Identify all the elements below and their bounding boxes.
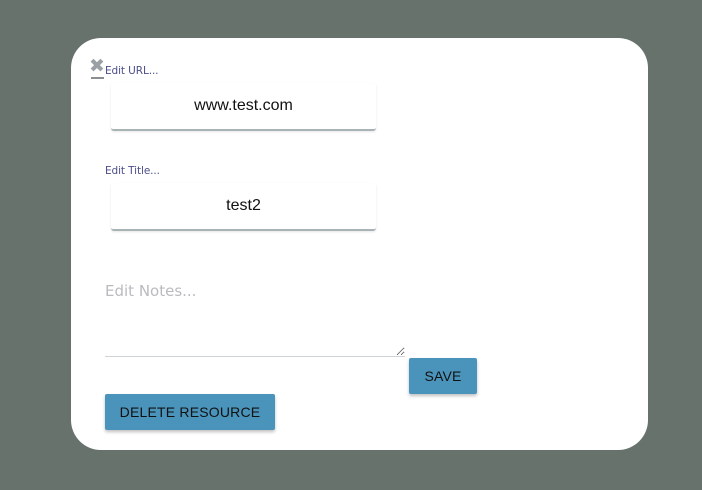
title-label: Edit Title... (105, 165, 160, 177)
save-button[interactable]: SAVE (409, 358, 477, 394)
title-input[interactable] (111, 183, 376, 231)
notes-textarea[interactable] (105, 277, 405, 357)
url-label: Edit URL... (105, 65, 159, 77)
close-icon: ✖ (89, 55, 105, 77)
delete-resource-button[interactable]: DELETE RESOURCE (105, 394, 275, 430)
url-input[interactable] (111, 83, 376, 131)
edit-resource-modal: ✖ Edit URL... Edit Title... SAVE DELETE … (71, 38, 648, 450)
close-icon-underline (91, 77, 104, 79)
